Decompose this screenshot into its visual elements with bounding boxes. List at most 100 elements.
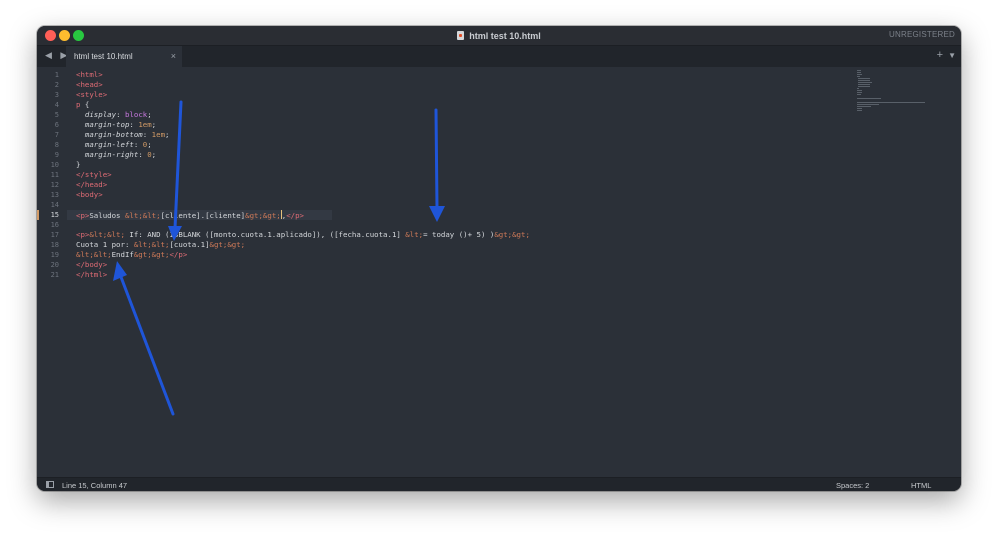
- code-line-15: <p>Saludos &lt;&lt;[cliente].[cliente]&g…: [76, 210, 304, 220]
- line-number-active: 15: [50, 211, 59, 219]
- css-value: 1em: [138, 120, 152, 129]
- css-property: margin-bottom: [84, 130, 143, 139]
- css-value: block: [124, 110, 148, 119]
- code-token: </p>: [286, 211, 304, 220]
- code-token: <p>: [76, 230, 90, 239]
- css-property: margin-left: [84, 140, 134, 149]
- line-number: 6: [54, 121, 59, 129]
- code-line-5: display: block;: [84, 110, 152, 119]
- minimap-line: [858, 84, 870, 85]
- code-token: If: AND (ISBLANK ([monto.cuota.1.aplicad…: [124, 230, 406, 239]
- close-icon[interactable]: ×: [171, 51, 176, 61]
- line-number-gutter: 1 2 3 4 5 6 7 8 9 10 11 12 13 14 15 16 1…: [37, 67, 67, 477]
- code-token: [cuota.1]: [169, 240, 210, 249]
- code-token: Cuota 1 por:: [76, 240, 134, 249]
- line-number: 10: [50, 161, 59, 169]
- code-token: Saludos: [89, 211, 125, 220]
- code-token: </html>: [76, 270, 108, 279]
- code-token: EndIf: [111, 250, 134, 259]
- minimap-line: [857, 106, 871, 107]
- html-entity: &gt;&gt;: [133, 250, 170, 259]
- code-token: }: [76, 160, 81, 169]
- code-token: <html>: [76, 70, 103, 79]
- indentation-setting[interactable]: Spaces: 2: [836, 481, 869, 490]
- code-line-13: <body>: [76, 190, 103, 200]
- code-token: = today ()+ 5) ): [423, 230, 495, 239]
- minimap-line: [857, 76, 860, 77]
- code-token: <p>: [76, 211, 90, 220]
- line-number: 21: [50, 271, 59, 279]
- window-title-wrap: html test 10.html: [37, 26, 961, 45]
- line-number: 11: [50, 171, 59, 179]
- line-number: 7: [54, 131, 59, 139]
- current-line-marker: [37, 210, 39, 220]
- html-entity: &lt;&lt;: [124, 211, 161, 220]
- html-entity: &lt;&lt;: [133, 240, 170, 249]
- code-line-12: </head>: [76, 180, 107, 190]
- code-line-3: <style>: [76, 90, 107, 100]
- panel-toggle-icon[interactable]: [46, 481, 54, 488]
- code-line-21: </html>: [76, 270, 107, 280]
- line-number: 9: [54, 151, 59, 159]
- line-number: 3: [54, 91, 59, 99]
- title-bar: html test 10.html UNREGISTERED: [37, 26, 961, 46]
- minimap-line: [857, 74, 862, 75]
- license-status: UNREGISTERED: [889, 30, 955, 39]
- css-property: margin-top: [84, 120, 130, 129]
- tab-bar: ◀ ▶ html test 10.html × + ▼: [37, 46, 961, 67]
- minimap-line: [857, 72, 861, 73]
- line-number: 20: [50, 261, 59, 269]
- minimap-line: [857, 92, 862, 93]
- code-token: {: [80, 100, 90, 109]
- code-line-20: </body>: [76, 260, 107, 270]
- line-number: 14: [50, 201, 59, 209]
- code-area[interactable]: <html> <head> <style> p { display: block…: [76, 67, 836, 477]
- cursor-position[interactable]: Line 15, Column 47: [62, 481, 127, 490]
- code-line-18: Cuota 1 por: &lt;&lt;[cuota.1]&gt;&gt;: [76, 240, 245, 250]
- tab-label: html test 10.html: [74, 52, 133, 61]
- code-line-2: <head>: [76, 80, 103, 90]
- line-number: 8: [54, 141, 59, 149]
- code-token: <style>: [76, 90, 108, 99]
- minimap-line: [857, 70, 861, 71]
- minimap-line: [858, 82, 872, 83]
- code-token: [cliente].[cliente]: [160, 211, 246, 220]
- code-line-19: &lt;&lt;EndIf&gt;&gt;</p>: [76, 250, 187, 260]
- code-line-4: p {: [76, 100, 89, 110]
- minimap-line: [857, 90, 862, 91]
- minimap-line: [858, 80, 870, 81]
- code-editor[interactable]: 1 2 3 4 5 6 7 8 9 10 11 12 13 14 15 16 1…: [37, 67, 961, 477]
- code-token: </style>: [76, 170, 112, 179]
- css-value: 1em: [151, 130, 166, 139]
- syntax-selector[interactable]: HTML: [911, 481, 931, 490]
- chevron-down-icon[interactable]: ▼: [948, 51, 956, 60]
- plus-icon[interactable]: +: [937, 49, 943, 61]
- html-entity: &lt;&lt;: [76, 250, 112, 259]
- line-number: 1: [54, 71, 59, 79]
- minimap-line: [857, 104, 879, 105]
- html-entity: &gt;&gt;: [494, 230, 530, 239]
- minimap[interactable]: [857, 67, 932, 127]
- minimap-line: [857, 102, 925, 103]
- code-line-11: </style>: [76, 170, 112, 180]
- minimap-line: [857, 94, 861, 95]
- minimap-line: [857, 98, 881, 99]
- code-line-8: margin-left: 0;: [84, 140, 152, 149]
- tab-html-test-10[interactable]: html test 10.html ×: [66, 46, 182, 67]
- code-line-17: <p>&lt;&lt; If: AND (ISBLANK ([monto.cuo…: [76, 230, 530, 240]
- code-token: <body>: [76, 190, 103, 199]
- html-entity: &gt;&gt;: [209, 240, 246, 249]
- line-number: 16: [50, 221, 59, 229]
- line-number: 5: [54, 111, 59, 119]
- code-token: </body>: [76, 260, 108, 269]
- code-token: <head>: [76, 80, 103, 89]
- code-line-6: margin-top: 1em;: [84, 120, 157, 129]
- html-entity: &gt;&gt;: [245, 211, 281, 220]
- minimap-line: [857, 88, 859, 89]
- html-entity: &lt;: [405, 230, 424, 239]
- code-line-1: <html>: [76, 70, 103, 80]
- css-property: display: [84, 110, 117, 119]
- line-number: 17: [50, 231, 59, 239]
- status-bar: Line 15, Column 47 Spaces: 2 HTML: [37, 477, 961, 491]
- window-title: html test 10.html: [469, 30, 541, 41]
